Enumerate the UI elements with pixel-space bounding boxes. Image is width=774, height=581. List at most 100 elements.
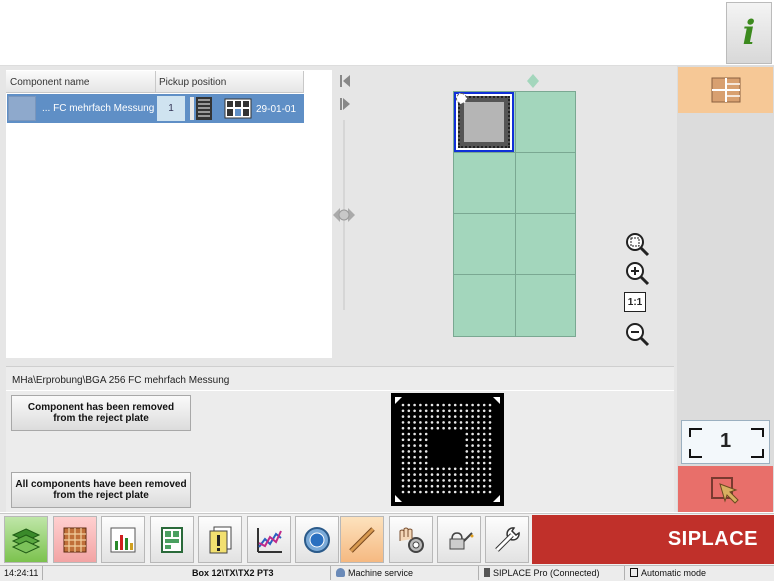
zoom-fit-icon[interactable] xyxy=(624,231,650,257)
bga-ball xyxy=(459,421,463,424)
bga-ball xyxy=(401,479,405,482)
bga-ball xyxy=(488,450,492,453)
first-page-icon[interactable] xyxy=(338,74,352,88)
bga-ball xyxy=(471,467,474,471)
bga-ball xyxy=(465,421,469,424)
bga-ball xyxy=(407,421,411,424)
server-icon xyxy=(484,568,490,577)
bga-ball xyxy=(477,426,480,430)
nozzle-button[interactable] xyxy=(340,516,384,563)
bga-ball xyxy=(401,467,405,471)
bga-ball xyxy=(413,403,416,407)
bar-chart-button[interactable] xyxy=(101,516,145,563)
board-grid-line xyxy=(515,92,516,336)
hand-gear-button[interactable] xyxy=(389,516,433,563)
bga-ball xyxy=(448,421,451,424)
all-components-removed-button[interactable]: All components have been removed from the… xyxy=(11,472,191,508)
bga-ball xyxy=(453,473,457,476)
board-view-button[interactable] xyxy=(678,67,773,113)
bga-ball xyxy=(442,403,445,407)
bga-ball xyxy=(459,426,463,430)
matrix-button[interactable] xyxy=(53,516,97,563)
bga-ball xyxy=(407,415,411,418)
bga-ball xyxy=(413,409,416,413)
bga-ball xyxy=(459,415,463,418)
eject-button[interactable] xyxy=(678,466,773,512)
camera-button[interactable] xyxy=(295,516,339,563)
column-header-pickup-position[interactable]: Pickup position xyxy=(159,77,226,88)
zoom-out-icon[interactable] xyxy=(624,321,650,347)
next-page-icon[interactable] xyxy=(338,97,352,111)
bga-ball xyxy=(424,421,428,424)
bga-ball xyxy=(471,455,474,459)
bga-ball xyxy=(488,421,492,424)
top-area xyxy=(0,0,774,66)
mode-icon xyxy=(630,568,638,577)
bga-ball xyxy=(453,479,457,482)
trend-chart-button[interactable] xyxy=(247,516,291,563)
bga-ball xyxy=(442,473,445,476)
bga-ball xyxy=(419,421,422,424)
bga-ball xyxy=(482,409,486,413)
zoom-1to1-icon[interactable]: 1:1 xyxy=(624,292,646,312)
bga-ball xyxy=(488,409,492,413)
bga-ball xyxy=(465,479,469,482)
bga-ball xyxy=(430,421,434,424)
component-removed-button[interactable]: Component has been removed from the rejec… xyxy=(11,395,191,431)
info-button[interactable]: i xyxy=(726,2,772,64)
bga-ball xyxy=(442,479,445,482)
bga-ball xyxy=(448,484,451,488)
bga-ball xyxy=(482,473,486,476)
bga-ball xyxy=(488,479,492,482)
bga-ball xyxy=(488,426,492,430)
bga-ball xyxy=(419,438,422,442)
bga-ball xyxy=(465,484,469,488)
bga-preview-image xyxy=(391,393,504,506)
bga-ball xyxy=(430,403,434,407)
fiducial-marker-icon xyxy=(456,93,467,104)
bga-ball xyxy=(471,409,474,413)
bga-ball xyxy=(413,473,416,476)
bga-ball xyxy=(465,490,469,494)
bga-ball xyxy=(424,473,428,476)
oil-can-icon xyxy=(449,531,474,549)
bga-ball xyxy=(482,444,486,447)
bga-ball xyxy=(488,455,492,459)
bga-ball xyxy=(471,421,474,424)
bga-ball xyxy=(482,455,486,459)
bga-ball xyxy=(407,426,411,430)
splitter-handle-icon[interactable] xyxy=(333,205,355,225)
zoom-in-icon[interactable] xyxy=(624,260,650,286)
bga-ball xyxy=(448,409,451,413)
bga-ball xyxy=(436,467,440,471)
bga-ball xyxy=(424,461,428,465)
bga-ball xyxy=(407,467,411,471)
bga-ball xyxy=(453,484,457,488)
bga-ball xyxy=(477,455,480,459)
bga-ball xyxy=(488,432,492,436)
bga-ball xyxy=(477,467,480,471)
bga-ball xyxy=(459,403,463,407)
column-header-component-name[interactable]: Component name xyxy=(10,77,90,88)
bga-ball xyxy=(488,415,492,418)
wrench-button[interactable] xyxy=(485,516,529,563)
layout-button[interactable] xyxy=(150,516,194,563)
info-icon: i xyxy=(742,13,756,53)
oil-can-button[interactable] xyxy=(437,516,481,563)
warning-button[interactable] xyxy=(198,516,242,563)
bga-ball xyxy=(477,415,480,418)
bga-ball xyxy=(419,461,422,465)
bga-ball xyxy=(407,403,411,407)
bga-ball xyxy=(448,490,451,494)
bga-ball xyxy=(482,484,486,488)
bga-ball xyxy=(448,473,451,476)
bga-ball xyxy=(477,403,480,407)
bga-ball xyxy=(407,450,411,453)
stack-button[interactable] xyxy=(4,516,48,563)
bga-ball xyxy=(407,438,411,442)
bga-ball xyxy=(482,426,486,430)
bga-ball xyxy=(419,432,422,436)
bga-ball xyxy=(471,490,474,494)
stack-icon xyxy=(11,527,41,554)
counter-value: 1 xyxy=(719,430,732,452)
